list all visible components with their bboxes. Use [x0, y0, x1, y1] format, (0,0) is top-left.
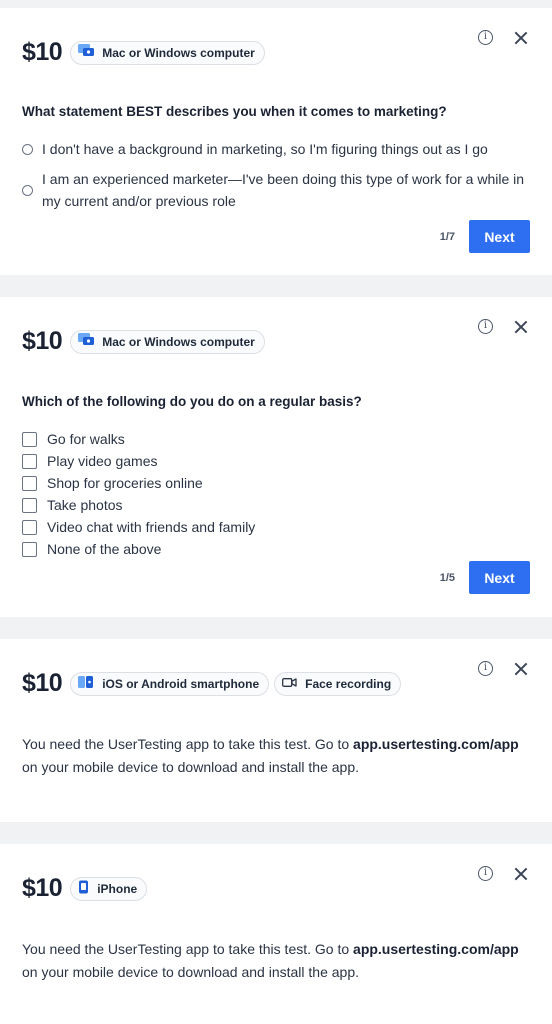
message-text: on your mobile device to download and in…: [22, 759, 359, 775]
question-text: What statement BEST describes you when i…: [22, 104, 447, 119]
test-card-4: $10 iPhone i You need the UserTesting ap…: [0, 844, 552, 1024]
card-footer: 1/5 Next: [440, 561, 530, 594]
price-label: $10: [22, 38, 63, 66]
app-link[interactable]: app.usertesting.com/app: [353, 941, 519, 957]
checkbox[interactable]: [22, 475, 37, 491]
option-label: I don't have a background in marketing, …: [42, 141, 488, 157]
message-text: You need the UserTesting app to take thi…: [22, 736, 350, 752]
option-label: Shop for groceries online: [47, 475, 203, 491]
info-icon[interactable]: i: [478, 30, 493, 45]
radio-option[interactable]: I don't have a background in marketing, …: [22, 138, 488, 160]
option-label: Play video games: [47, 453, 158, 469]
radio-button[interactable]: [22, 184, 33, 196]
next-button[interactable]: Next: [469, 561, 530, 594]
device-chip-label: Mac or Windows computer: [102, 45, 255, 60]
device-chip-label: iPhone: [97, 881, 138, 896]
question-counter: 1/5: [439, 571, 455, 584]
close-icon[interactable]: [514, 320, 528, 334]
card-actions: i: [478, 866, 528, 881]
checkbox[interactable]: [22, 453, 37, 469]
checkbox-option[interactable]: Take photos: [22, 494, 123, 516]
card-actions: i: [478, 30, 528, 45]
app-link[interactable]: app.usertesting.com/app: [353, 736, 519, 752]
recording-chip-label: Face recording: [305, 676, 392, 691]
card-header: $10 iPhone: [22, 874, 152, 903]
close-icon[interactable]: [514, 662, 528, 676]
device-chip: iOS or Android smartphone: [70, 671, 270, 696]
card-header: $10 Mac or Windows computer: [22, 327, 270, 356]
smartphone-icon: [78, 675, 94, 692]
price-label: $10: [22, 327, 63, 355]
card-header: $10 Mac or Windows computer: [22, 38, 270, 67]
device-chip: Mac or Windows computer: [70, 40, 265, 65]
message-text: on your mobile device to download and in…: [22, 964, 359, 980]
question-text: Which of the following do you do on a re…: [22, 394, 362, 409]
checkbox-option[interactable]: Play video games: [22, 450, 158, 472]
radio-option[interactable]: I am an experienced marketer—I've been d…: [22, 168, 532, 212]
price-label: $10: [22, 874, 63, 902]
option-label: Take photos: [47, 497, 123, 513]
test-card-1: $10 Mac or Windows computer i What state…: [0, 8, 552, 275]
checkbox[interactable]: [22, 519, 37, 535]
recording-chip: Face recording: [274, 671, 402, 696]
checkbox[interactable]: [22, 497, 37, 513]
message-text: You need the UserTesting app to take thi…: [22, 941, 350, 957]
option-label: Video chat with friends and family: [47, 519, 256, 535]
app-required-message: You need the UserTesting app to take thi…: [22, 938, 532, 984]
option-label: I am an experienced marketer—I've been d…: [42, 171, 525, 209]
info-icon[interactable]: i: [478, 319, 493, 334]
app-required-message: You need the UserTesting app to take thi…: [22, 733, 532, 779]
checkbox-option[interactable]: Shop for groceries online: [22, 472, 203, 494]
device-chip-label: iOS or Android smartphone: [102, 676, 260, 691]
checkbox[interactable]: [22, 541, 37, 557]
checkbox-option[interactable]: None of the above: [22, 538, 161, 560]
checkbox-option[interactable]: Go for walks: [22, 428, 125, 450]
device-chip: Mac or Windows computer: [70, 329, 265, 354]
question-counter: 1/7: [439, 230, 455, 243]
info-icon[interactable]: i: [478, 661, 493, 676]
radio-button[interactable]: [22, 143, 33, 155]
iphone-icon: [78, 880, 89, 897]
card-header: $10 iOS or Android smartphone Face recor…: [22, 669, 406, 698]
computer-icon: [78, 333, 95, 350]
checkbox[interactable]: [22, 431, 37, 447]
price-label: $10: [22, 669, 63, 697]
next-button[interactable]: Next: [469, 220, 530, 253]
info-icon[interactable]: i: [478, 866, 493, 881]
close-icon[interactable]: [514, 867, 528, 881]
device-chip-label: Mac or Windows computer: [102, 334, 255, 349]
card-actions: i: [478, 319, 528, 334]
checkbox-option[interactable]: Video chat with friends and family: [22, 516, 255, 538]
card-footer: 1/7 Next: [440, 220, 530, 253]
device-chip: iPhone: [70, 876, 148, 901]
camera-icon: [282, 677, 297, 691]
test-card-3: $10 iOS or Android smartphone Face recor…: [0, 639, 552, 822]
close-icon[interactable]: [514, 31, 528, 45]
test-card-2: $10 Mac or Windows computer i Which of t…: [0, 297, 552, 617]
computer-icon: [78, 44, 95, 61]
option-label: Go for walks: [47, 431, 125, 447]
option-label: None of the above: [47, 541, 162, 557]
card-actions: i: [478, 661, 528, 676]
